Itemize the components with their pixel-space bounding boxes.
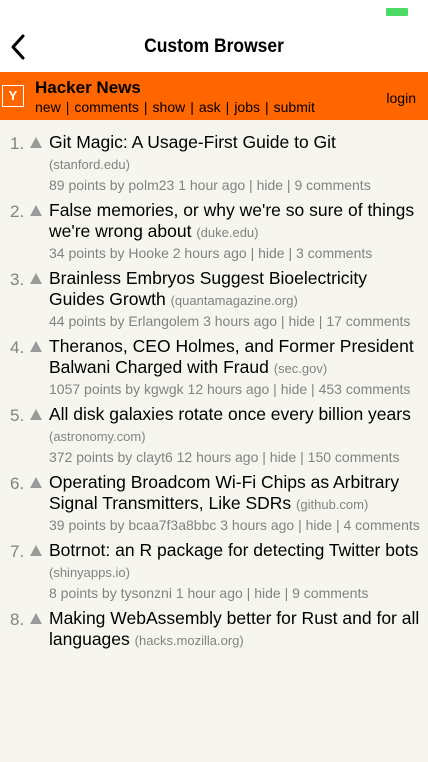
upvote-arrow-icon[interactable] — [30, 341, 42, 352]
story-domain[interactable]: (sec.gov) — [274, 361, 327, 376]
hn-logo[interactable]: Y — [2, 85, 24, 107]
nav-new-link[interactable]: new — [35, 99, 61, 115]
byline-separator: | — [314, 313, 327, 329]
story-rank: 5. — [10, 406, 25, 425]
nav-separator: | — [265, 99, 269, 115]
story-rank: 2. — [10, 202, 25, 221]
comments-link[interactable]: 150 comments — [308, 449, 400, 465]
byline-separator: | — [307, 381, 319, 397]
hn-header: Y Hacker News new | comments | show | ask | jobs… — [0, 72, 428, 120]
hide-link[interactable]: hide — [270, 449, 296, 465]
hn-brand-link[interactable]: Hacker News — [35, 78, 141, 98]
story-rank: 4. — [10, 338, 25, 357]
nav-jobs-link[interactable]: jobs — [234, 99, 260, 115]
story-list: 1. Git Magic: A Usage-First Guide to Git… — [0, 120, 428, 762]
upvote-arrow-icon[interactable] — [30, 545, 42, 556]
story-byline: 372 points by clayt6 12 hours ago | — [49, 449, 270, 465]
story-rank: 1. — [10, 134, 25, 153]
story-byline: 89 points by polm23 1 hour ago | — [49, 177, 257, 193]
hide-link[interactable]: hide — [306, 517, 332, 533]
hide-link[interactable]: hide — [281, 381, 307, 397]
comments-link[interactable]: 9 comments — [294, 177, 370, 193]
story-byline: 1057 points by kgwgk 12 hours ago | — [49, 381, 281, 397]
nav-separator: | — [143, 99, 148, 115]
story-item: 4. Theranos, CEO Holmes, and Former Pres… — [0, 336, 428, 398]
story-item: 5. All disk galaxies rotate once every b… — [0, 404, 428, 466]
comments-link[interactable]: 4 comments — [344, 517, 420, 533]
upvote-arrow-icon[interactable] — [30, 273, 42, 284]
byline-separator: | — [284, 245, 296, 261]
nav-separator: | — [225, 99, 230, 115]
comments-link[interactable]: 9 comments — [292, 585, 368, 601]
story-item: 3. Brainless Embryos Suggest Bioelectric… — [0, 268, 428, 330]
story-item: 6. Operating Broadcom Wi-Fi Chips as Arb… — [0, 472, 428, 534]
story-domain[interactable]: (github.com) — [296, 497, 368, 512]
upvote-arrow-icon[interactable] — [30, 205, 42, 216]
story-title-link[interactable]: Botrnot: an R package for detecting Twit… — [49, 540, 418, 560]
story-rank: 3. — [10, 270, 25, 289]
login-link[interactable]: login — [386, 90, 416, 106]
byline-separator: | — [280, 585, 293, 601]
upvote-arrow-icon[interactable] — [30, 409, 42, 420]
hide-link[interactable]: hide — [257, 177, 283, 193]
story-domain[interactable]: (quantamagazine.org) — [171, 293, 298, 308]
nav-ask-link[interactable]: ask — [199, 99, 221, 115]
upvote-arrow-icon[interactable] — [30, 613, 42, 624]
story-domain[interactable]: (duke.edu) — [196, 225, 258, 240]
byline-separator: | — [332, 517, 344, 533]
status-bar — [0, 0, 428, 22]
browser-title: Custom Browser — [144, 36, 284, 57]
comments-link[interactable]: 17 comments — [326, 313, 410, 329]
nav-comments-link[interactable]: comments — [74, 99, 139, 115]
story-domain[interactable]: (shinyapps.io) — [49, 565, 130, 580]
byline-separator: | — [283, 177, 295, 193]
story-rank: 8. — [10, 610, 25, 629]
story-title-link[interactable]: Theranos, CEO Holmes, and Former Preside… — [49, 336, 414, 377]
hide-link[interactable]: hide — [288, 313, 314, 329]
comments-link[interactable]: 3 comments — [296, 245, 372, 261]
story-domain[interactable]: (stanford.edu) — [49, 157, 130, 172]
hn-nav: new | comments | show | ask | jobs | submit — [35, 99, 315, 115]
story-domain[interactable]: (hacks.mozilla.org) — [135, 633, 244, 648]
story-byline: 34 points by Hooke 2 hours ago | — [49, 245, 259, 261]
story-rank: 6. — [10, 474, 25, 493]
byline-separator: | — [296, 449, 308, 465]
browser-navbar: Custom Browser — [0, 22, 428, 72]
story-item: 2. False memories, or why we're so sure … — [0, 200, 428, 262]
upvote-arrow-icon[interactable] — [30, 137, 42, 148]
hide-link[interactable]: hide — [258, 245, 284, 261]
story-title-link[interactable]: All disk galaxies rotate once every bill… — [49, 404, 411, 424]
nav-submit-link[interactable]: submit — [274, 99, 315, 115]
story-domain[interactable]: (astronomy.com) — [49, 429, 146, 444]
battery-icon — [386, 8, 408, 16]
upvote-arrow-icon[interactable] — [30, 477, 42, 488]
story-byline: 8 points by tysonzni 1 hour ago | — [49, 585, 255, 601]
hide-link[interactable]: hide — [254, 585, 280, 601]
nav-show-link[interactable]: show — [153, 99, 186, 115]
story-item: 7. Botrnot: an R package for detecting T… — [0, 540, 428, 602]
story-byline: 44 points by Erlangolem 3 hours ago | — [49, 313, 289, 329]
story-item: 1. Git Magic: A Usage-First Guide to Git… — [0, 132, 428, 194]
story-item: 8. Making WebAssembly better for Rust an… — [0, 608, 428, 651]
comments-link[interactable]: 453 comments — [319, 381, 411, 397]
story-byline: 39 points by bcaa7f3a8bbc 3 hours ago | — [49, 517, 306, 533]
story-rank: 7. — [10, 542, 25, 561]
story-title-link[interactable]: Git Magic: A Usage-First Guide to Git — [49, 132, 336, 152]
nav-separator: | — [190, 99, 194, 115]
nav-separator: | — [65, 99, 70, 115]
